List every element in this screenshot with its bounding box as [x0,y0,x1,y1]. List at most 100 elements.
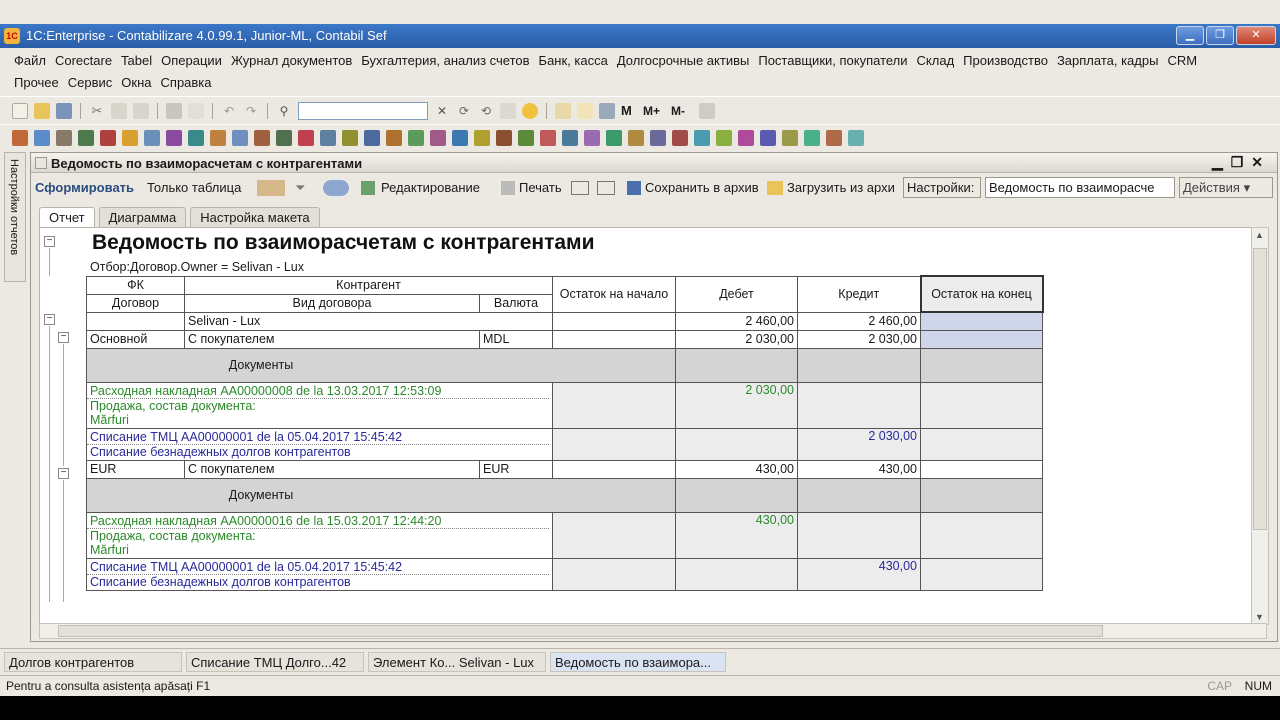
menu-item[interactable]: Corectare [55,53,112,68]
collapse-group-icon[interactable]: − [44,236,55,247]
function-tool-icon[interactable] [694,130,710,146]
debit-cell[interactable]: 430,00 [675,459,798,479]
document-credit[interactable] [797,511,921,559]
redo-icon[interactable]: ↷ [243,103,259,119]
document-credit[interactable]: 2 030,00 [797,427,921,461]
menu-item[interactable]: Прочее [14,75,59,90]
search-icon[interactable]: ⚲ [276,103,292,119]
credit-cell[interactable]: 2 030,00 [797,329,921,349]
function-tool-icon[interactable] [584,130,600,146]
collapse-group-icon[interactable]: − [44,314,55,325]
print-preview-icon[interactable] [188,103,204,119]
windows-icon[interactable] [500,103,516,119]
documents-label[interactable]: Документы [86,477,676,513]
restore-button[interactable]: ❐ [1206,26,1234,45]
calendar-icon[interactable] [577,103,593,119]
load-archive-button[interactable]: Загрузить из архи [787,180,901,195]
table-row-document[interactable]: Расходная накладная АА00000016 de la 15.… [86,511,1043,559]
function-tool-icon[interactable] [782,130,798,146]
report-settings-side-panel[interactable]: Настройки отчетов [4,152,26,282]
function-tool-icon[interactable] [430,130,446,146]
function-tool-icon[interactable] [34,130,50,146]
undo-icon[interactable]: ↶ [221,103,237,119]
function-tool-icon[interactable] [760,130,776,146]
cell[interactable] [920,511,1043,559]
contract-type-cell[interactable]: С покупателем [184,329,480,349]
new-document-icon[interactable] [12,103,28,119]
tab-report[interactable]: Отчет [39,207,95,227]
function-tool-icon[interactable] [166,130,182,146]
cell[interactable] [552,557,676,591]
cell[interactable] [920,477,1043,513]
generate-button[interactable]: Сформировать [35,180,134,195]
function-tool-icon[interactable] [298,130,314,146]
table-layout-icon[interactable] [597,181,615,195]
grid-icon[interactable] [571,181,589,195]
collapse-group-icon[interactable]: − [58,468,69,479]
function-tool-icon[interactable] [628,130,644,146]
task-window-4[interactable]: Ведомость по взаимора... [550,652,726,672]
table-row-document[interactable]: Списание ТМЦ АА00000001 de la 05.04.2017… [86,427,1043,461]
function-tool-icon[interactable] [78,130,94,146]
table-row-documents-header[interactable]: Документы [86,477,1043,513]
tools-icon[interactable] [699,103,715,119]
summary-debit[interactable]: 2 460,00 [675,311,798,331]
menu-item[interactable]: CRM [1167,53,1197,68]
function-tool-icon[interactable] [672,130,688,146]
calculator-icon[interactable] [555,103,571,119]
menu-item[interactable]: Поставщики, покупатели [758,53,907,68]
function-tool-icon[interactable] [144,130,160,146]
function-tool-icon[interactable] [408,130,424,146]
function-tool-icon[interactable] [716,130,732,146]
cell[interactable] [552,427,676,461]
cut-icon[interactable]: ✂ [89,103,105,119]
vertical-scrollbar[interactable]: ▲ ▼ [1251,227,1269,625]
menu-item[interactable]: Банк, касса [539,53,608,68]
function-tool-icon[interactable] [474,130,490,146]
cell[interactable] [552,311,676,331]
task-window-1[interactable]: Долгов контрагентов [4,652,182,672]
menu-item[interactable]: Файл [14,53,46,68]
function-tool-icon[interactable] [518,130,534,146]
currency-cell[interactable]: EUR [479,459,553,479]
scroll-up-icon[interactable]: ▲ [1255,230,1264,240]
only-table-button[interactable]: Только таблица [147,180,241,195]
function-tool-icon[interactable] [276,130,292,146]
table-row-document[interactable]: Списание ТМЦ АА00000001 de la 05.04.2017… [86,557,1043,591]
settings-dropdown-icon[interactable] [323,180,349,196]
function-tool-icon[interactable] [606,130,622,146]
menu-item[interactable]: Журнал документов [231,53,352,68]
document-description[interactable]: Списание ТМЦ АА00000001 de la 05.04.2017… [86,557,553,591]
function-tool-icon[interactable] [188,130,204,146]
bookmark-icon[interactable] [599,103,615,119]
minimize-button[interactable]: ▁ [1176,26,1204,45]
cell[interactable] [675,477,798,513]
contract-cell[interactable]: EUR [86,459,185,479]
save-icon[interactable] [56,103,72,119]
chart-icon[interactable] [257,180,285,196]
task-window-2[interactable]: Списание ТМЦ Долго...42 [186,652,364,672]
summary-counterparty[interactable]: Selivan - Lux [184,311,553,331]
document-credit[interactable]: 430,00 [797,557,921,591]
search-input[interactable] [298,102,428,120]
end-balance-cell[interactable] [920,459,1043,479]
document-link[interactable]: Списание ТМЦ АА00000001 de la 05.04.2017… [87,560,549,575]
summary-end-balance[interactable] [920,311,1043,331]
cell[interactable] [920,557,1043,591]
menu-item[interactable]: Справка [161,75,212,90]
tab-diagram[interactable]: Диаграмма [98,207,187,227]
table-row-document[interactable]: Расходная накладная АА00000008 de la 13.… [86,381,1043,429]
function-tool-icon[interactable] [100,130,116,146]
memory-plus-icon[interactable]: M+ [643,103,665,119]
report-spreadsheet[interactable]: − − − − Ведомость по взаиморасчетам с ко… [39,227,1267,625]
function-tool-icon[interactable] [826,130,842,146]
function-tool-icon[interactable] [232,130,248,146]
cell[interactable] [920,381,1043,429]
save-archive-button[interactable]: Сохранить в архив [645,180,759,195]
menu-item[interactable]: Производство [963,53,1048,68]
function-tool-icon[interactable] [650,130,666,146]
function-tool-icon[interactable] [364,130,380,146]
table-row-documents-header[interactable]: Документы [86,347,1043,383]
scroll-thumb[interactable] [1253,248,1267,530]
horizontal-scrollbar[interactable] [39,623,1267,639]
